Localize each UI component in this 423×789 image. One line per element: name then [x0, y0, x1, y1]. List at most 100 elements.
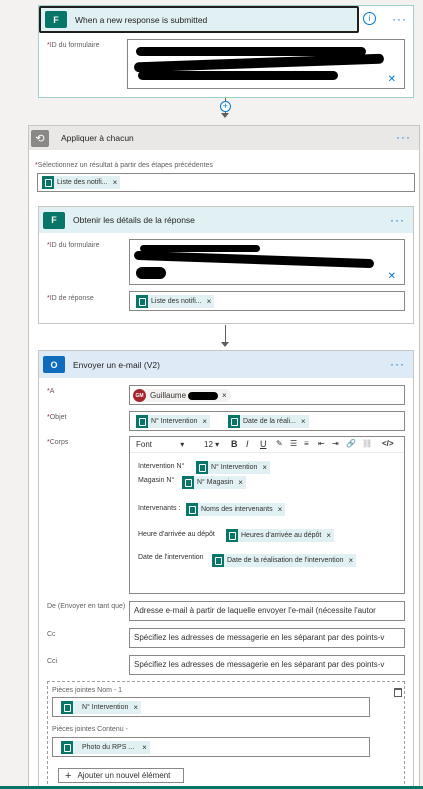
forms-icon [61, 701, 73, 714]
select-output-label: *Sélectionnez un résultat à partir des é… [35, 162, 213, 169]
token-chip[interactable]: N° Magasin × [182, 476, 246, 489]
close-icon[interactable]: × [222, 391, 227, 400]
forms-icon [136, 295, 148, 308]
send-email-header[interactable]: O Envoyer un e-mail (V2) ··· [39, 351, 413, 378]
apply-each-title: Appliquer à chacun [61, 133, 134, 143]
more-icon[interactable]: ··· [390, 214, 405, 226]
outlook-icon: O [43, 356, 65, 373]
body-text: Heure d'arrivée au dépôt [138, 531, 215, 538]
attach-content-label: Pièces jointes Contenu - [52, 726, 128, 733]
redaction [188, 391, 219, 400]
token-chip[interactable]: N° Intervention × [136, 415, 211, 428]
add-step-icon[interactable]: + [220, 101, 231, 112]
forms-icon [226, 529, 238, 542]
body-editor[interactable]: Font ▾ 12 ▾ B I U ✎ ☰ ≡ ⇤ ⇥ 🔗 ⛓ </> Inte… [129, 436, 405, 594]
get-details-card[interactable]: F Obtenir les détails de la réponse ··· … [38, 206, 414, 324]
recipient-name: Guillaume [150, 391, 187, 400]
connector-arrow [221, 342, 229, 347]
forms-icon [61, 741, 73, 754]
token-chip[interactable]: N° Intervention × [61, 701, 142, 714]
redaction [133, 250, 375, 269]
bold-icon[interactable]: B [231, 439, 238, 449]
token-chip[interactable]: Photo du RPS ... × [61, 741, 150, 754]
connector-arrow [221, 113, 229, 118]
more-icon[interactable]: ··· [390, 358, 405, 370]
body-text: Date de l'intervention [138, 554, 204, 561]
redaction [133, 53, 385, 73]
form-id-input[interactable]: ✕ [129, 239, 405, 285]
from-label: De (Envoyer en tant que) [47, 603, 126, 610]
token-chip[interactable]: Date de la réali... × [228, 415, 309, 428]
info-icon[interactable]: i [363, 12, 376, 25]
forms-icon [196, 461, 208, 474]
close-icon[interactable]: × [133, 703, 138, 712]
from-placeholder: Adresse e-mail à partir de laquelle envo… [134, 606, 376, 615]
token-chip[interactable]: Noms des intervenants × [186, 503, 286, 516]
recipient-token[interactable]: GM Guillaume × [133, 389, 231, 402]
font-select[interactable]: Font ▾ [136, 440, 184, 449]
plus-icon: + [65, 769, 72, 782]
numbered-list-icon[interactable]: ≡ [304, 439, 309, 448]
unlink-icon[interactable]: ⛓ [362, 439, 372, 448]
get-details-header[interactable]: F Obtenir les détails de la réponse ··· [39, 207, 413, 233]
indent-icon[interactable]: ⇥ [332, 439, 339, 448]
forms-icon [212, 554, 224, 567]
close-icon[interactable]: × [262, 463, 267, 472]
connector-line [225, 325, 226, 343]
form-id-label: *ID du formulaire [47, 242, 100, 249]
outdent-icon[interactable]: ⇤ [318, 439, 325, 448]
forms-icon [228, 415, 240, 428]
close-icon[interactable]: × [142, 743, 147, 752]
font-size-select[interactable]: 12 ▾ [204, 440, 219, 449]
more-icon[interactable]: ··· [392, 13, 407, 25]
subject-input[interactable]: N° Intervention × Date de la réali... × [129, 411, 405, 431]
to-input[interactable]: GM Guillaume × [129, 385, 405, 405]
cc-label: Cc [47, 631, 56, 638]
token-chip[interactable]: Date de la réalisation de l'intervention… [212, 554, 357, 567]
close-icon[interactable]: × [301, 417, 306, 426]
send-email-card[interactable]: O Envoyer un e-mail (V2) ··· *A GM Guill… [38, 350, 414, 789]
token-chip[interactable]: Heures d'arrivée au dépôt × [226, 529, 335, 542]
link-icon[interactable]: 🔗 [346, 439, 356, 448]
forms-icon: F [43, 211, 65, 229]
trigger-header[interactable]: F When a new response is submitted [39, 6, 359, 33]
bullet-list-icon[interactable]: ☰ [290, 439, 297, 448]
redaction [136, 267, 166, 279]
close-icon[interactable]: ✕ [388, 74, 396, 85]
to-label: *A [47, 388, 55, 395]
pen-icon[interactable]: ✎ [276, 439, 283, 448]
from-input[interactable]: Adresse e-mail à partir de laquelle envo… [129, 601, 405, 621]
more-icon[interactable]: ··· [396, 131, 411, 143]
close-icon[interactable]: × [202, 417, 207, 426]
add-item-label: Ajouter un nouvel élément [77, 771, 171, 780]
close-icon[interactable]: × [207, 297, 212, 306]
bcc-label: Cci [47, 658, 58, 665]
code-view-icon[interactable]: </> [382, 439, 394, 448]
close-icon[interactable]: × [238, 478, 243, 487]
close-icon[interactable]: × [326, 531, 331, 540]
select-output-input[interactable]: Liste des notifi... × [37, 173, 415, 192]
trigger-card[interactable]: F When a new response is submitted i ···… [38, 5, 414, 98]
underline-icon[interactable]: U [260, 439, 267, 449]
token-chip[interactable]: Liste des notifi... × [42, 176, 121, 189]
cc-placeholder: Spécifiez les adresses de messagerie en … [134, 633, 385, 642]
apply-each-header[interactable]: ⟲ Appliquer à chacun ··· [29, 126, 419, 150]
token-chip[interactable]: N° Intervention × [196, 461, 271, 474]
attach-name-input[interactable]: N° Intervention × [52, 697, 370, 717]
close-icon[interactable]: × [349, 556, 354, 565]
add-item-button[interactable]: + Ajouter un nouvel élément [58, 768, 184, 783]
close-icon[interactable]: × [278, 505, 283, 514]
italic-icon[interactable]: I [246, 439, 249, 449]
close-icon[interactable]: ✕ [388, 271, 396, 282]
bcc-input[interactable]: Spécifiez les adresses de messagerie en … [129, 655, 405, 675]
trash-icon[interactable] [394, 688, 402, 697]
attach-content-input[interactable]: Photo du RPS ... × [52, 737, 370, 757]
response-id-input[interactable]: Liste des notifi... × [129, 291, 405, 311]
cc-input[interactable]: Spécifiez les adresses de messagerie en … [129, 628, 405, 648]
token-chip[interactable]: Liste des notifi... × [136, 295, 215, 308]
form-id-input[interactable]: ✕ [127, 39, 405, 89]
forms-icon [42, 176, 54, 189]
forms-icon [186, 503, 198, 516]
forms-icon [136, 415, 148, 428]
close-icon[interactable]: × [113, 178, 118, 187]
